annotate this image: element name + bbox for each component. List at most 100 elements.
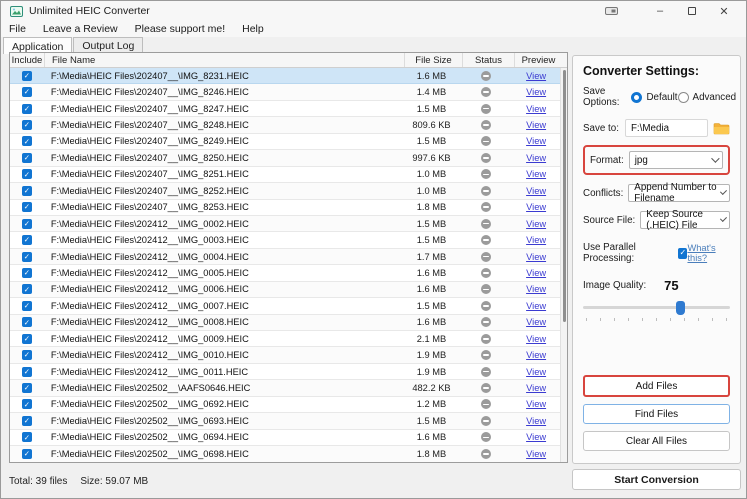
include-checkbox[interactable]: ✓	[21, 333, 32, 344]
include-checkbox[interactable]: ✓	[21, 202, 32, 213]
include-checkbox[interactable]: ✓	[21, 103, 32, 114]
table-row[interactable]: ✓ F:\Media\HEIC Files\202412__\IMG_0003.…	[10, 232, 560, 249]
include-checkbox[interactable]: ✓	[21, 169, 32, 180]
view-link[interactable]: View	[526, 235, 546, 245]
table-row[interactable]: ✓ F:\Media\HEIC Files\202412__\IMG_0008.…	[10, 314, 560, 331]
include-checkbox[interactable]: ✓	[21, 383, 32, 394]
table-row[interactable]: ✓ F:\Media\HEIC Files\202502__\IMG_0693.…	[10, 413, 560, 430]
view-link[interactable]: View	[526, 416, 546, 426]
tab-output-log[interactable]: Output Log	[73, 37, 144, 53]
parallel-processing-checkbox[interactable]: ✓	[678, 247, 688, 259]
view-link[interactable]: View	[526, 383, 546, 393]
include-checkbox[interactable]: ✓	[21, 284, 32, 295]
view-link[interactable]: View	[526, 284, 546, 294]
table-row[interactable]: ✓ F:\Media\HEIC Files\202407__\IMG_8247.…	[10, 100, 560, 118]
folder-browse-icon[interactable]	[713, 122, 730, 135]
add-files-button[interactable]: Add Files	[583, 375, 730, 397]
maximize-button[interactable]	[676, 2, 708, 20]
view-link[interactable]: View	[526, 252, 546, 262]
radio-default[interactable]	[631, 91, 643, 103]
menu-help[interactable]: Help	[242, 23, 264, 35]
table-row[interactable]: ✓ F:\Media\HEIC Files\202412__\IMG_0005.…	[10, 265, 560, 282]
include-checkbox[interactable]: ✓	[21, 185, 32, 196]
table-row[interactable]: ✓ F:\Media\HEIC Files\202502__\AAFS0646.…	[10, 380, 560, 397]
view-link[interactable]: View	[526, 367, 546, 377]
table-row[interactable]: ✓ F:\Media\HEIC Files\202412__\IMG_0007.…	[10, 298, 560, 315]
menu-file[interactable]: File	[9, 23, 26, 35]
include-checkbox[interactable]: ✓	[21, 399, 32, 410]
include-checkbox[interactable]: ✓	[21, 317, 32, 328]
table-row[interactable]: ✓ F:\Media\HEIC Files\202412__\IMG_0010.…	[10, 347, 560, 364]
include-checkbox[interactable]: ✓	[21, 300, 32, 311]
include-checkbox[interactable]: ✓	[21, 448, 32, 459]
table-row[interactable]: ✓ F:\Media\HEIC Files\202407__\IMG_8253.…	[10, 199, 560, 216]
column-header-status[interactable]: Status	[462, 53, 514, 67]
table-row[interactable]: ✓ F:\Media\HEIC Files\202412__\IMG_0002.…	[10, 215, 560, 233]
include-checkbox[interactable]: ✓	[21, 70, 32, 81]
menu-please-support-me[interactable]: Please support me!	[135, 23, 225, 35]
save-to-input[interactable]: F:\Media	[624, 119, 708, 137]
include-checkbox[interactable]: ✓	[21, 350, 32, 361]
view-link[interactable]: View	[526, 268, 546, 278]
table-row[interactable]: ✓ F:\Media\HEIC Files\202407__\IMG_8246.…	[10, 84, 560, 101]
view-link[interactable]: View	[526, 136, 546, 146]
close-button[interactable]: ✕	[708, 2, 740, 20]
include-checkbox[interactable]: ✓	[21, 136, 32, 147]
view-link[interactable]: View	[526, 301, 546, 311]
source-file-dropdown[interactable]: Keep Source (.HEIC) File	[640, 209, 730, 231]
table-row[interactable]: ✓ F:\Media\HEIC Files\202407__\IMG_8249.…	[10, 133, 560, 151]
conflicts-dropdown[interactable]: Append Number to Filename	[628, 182, 730, 204]
include-checkbox[interactable]: ✓	[21, 415, 32, 426]
whats-this-link[interactable]: What's this?	[687, 243, 730, 263]
column-header-file-name[interactable]: File Name	[44, 53, 404, 67]
table-row[interactable]: ✓ F:\Media\HEIC Files\202412__\IMG_0006.…	[10, 281, 560, 299]
image-quality-slider[interactable]	[583, 301, 730, 315]
include-checkbox[interactable]: ✓	[21, 87, 32, 98]
view-link[interactable]: View	[526, 350, 546, 360]
vertical-scrollbar[interactable]	[560, 68, 567, 462]
view-link[interactable]: View	[526, 317, 546, 327]
column-header-preview[interactable]: Preview	[514, 53, 562, 67]
table-row[interactable]: ✓ F:\Media\HEIC Files\202502__\IMG_0694.…	[10, 429, 560, 447]
view-link[interactable]: View	[526, 120, 546, 130]
view-link[interactable]: View	[526, 153, 546, 163]
table-row[interactable]: ✓ F:\Media\HEIC Files\202502__\IMG_0692.…	[10, 396, 560, 414]
table-row[interactable]: ✓ F:\Media\HEIC Files\202412__\IMG_0011.…	[10, 363, 560, 381]
table-row[interactable]: ✓ F:\Media\HEIC Files\202407__\IMG_8250.…	[10, 150, 560, 167]
format-dropdown[interactable]: jpg	[628, 151, 723, 169]
include-checkbox[interactable]: ✓	[21, 152, 32, 163]
table-row[interactable]: ✓ F:\Media\HEIC Files\202407__\IMG_8231.…	[10, 68, 560, 85]
view-link[interactable]: View	[526, 169, 546, 179]
table-row[interactable]: ✓ F:\Media\HEIC Files\202407__\IMG_8248.…	[10, 117, 560, 134]
window-badge-icon[interactable]	[605, 6, 618, 16]
radio-advanced[interactable]	[677, 91, 689, 103]
slider-thumb[interactable]	[676, 301, 686, 315]
table-row[interactable]: ✓ F:\Media\HEIC Files\202407__\IMG_8252.…	[10, 183, 560, 200]
start-conversion-button[interactable]: Start Conversion	[572, 469, 741, 490]
table-row[interactable]: ✓ F:\Media\HEIC Files\202412__\IMG_0004.…	[10, 248, 560, 266]
view-link[interactable]: View	[526, 449, 546, 459]
include-checkbox[interactable]: ✓	[21, 432, 32, 443]
include-checkbox[interactable]: ✓	[21, 218, 32, 229]
include-checkbox[interactable]: ✓	[21, 267, 32, 278]
column-header-file-size[interactable]: File Size	[404, 53, 462, 67]
find-files-button[interactable]: Find Files	[583, 404, 730, 424]
view-link[interactable]: View	[526, 202, 546, 212]
include-checkbox[interactable]: ✓	[21, 120, 32, 131]
view-link[interactable]: View	[526, 71, 546, 81]
table-row[interactable]: ✓ F:\Media\HEIC Files\202407__\IMG_8251.…	[10, 166, 560, 184]
table-row[interactable]: ✓ F:\Media\HEIC Files\202502__\IMG_0698.…	[10, 446, 560, 462]
view-link[interactable]: View	[526, 104, 546, 114]
view-link[interactable]: View	[526, 87, 546, 97]
include-checkbox[interactable]: ✓	[21, 366, 32, 377]
clear-all-files-button[interactable]: Clear All Files	[583, 431, 730, 451]
minimize-button[interactable]: –	[644, 2, 676, 20]
menu-leave-a-review[interactable]: Leave a Review	[43, 23, 118, 35]
include-checkbox[interactable]: ✓	[21, 251, 32, 262]
scrollbar-thumb[interactable]	[563, 70, 566, 323]
view-link[interactable]: View	[526, 186, 546, 196]
include-checkbox[interactable]: ✓	[21, 235, 32, 246]
view-link[interactable]: View	[526, 432, 546, 442]
view-link[interactable]: View	[526, 334, 546, 344]
column-header-include[interactable]: Include	[10, 53, 44, 67]
